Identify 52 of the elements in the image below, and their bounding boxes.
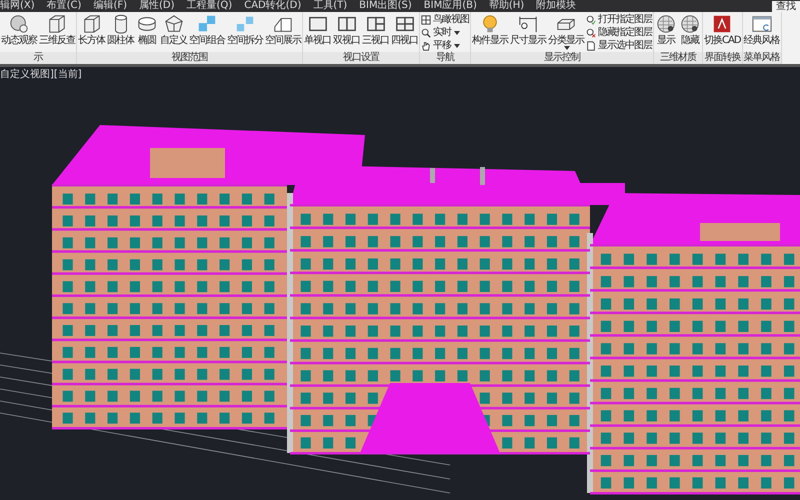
squares-icon (196, 14, 218, 34)
zoom-icon (421, 28, 431, 38)
menu-item[interactable]: 工具(T) (313, 0, 348, 12)
group-label: 视口设置 (303, 52, 419, 64)
squares-icon (234, 14, 256, 34)
ribbon-small-button[interactable]: 实时 (420, 27, 470, 39)
menu-item[interactable]: 附加模块 (536, 0, 576, 12)
group-label: 视图范围 (77, 52, 302, 64)
ribbon-small-button[interactable]: 打开指定图层 (585, 14, 653, 26)
menu-item[interactable]: 属性(D) (139, 0, 175, 12)
group-label: 三维材质 (654, 52, 702, 64)
dimension-icon (517, 14, 539, 34)
ribbon-button[interactable]: 切换CAD (703, 14, 742, 46)
viewport-label[interactable]: 自定义视图][当前] (0, 67, 82, 83)
group-label: 显示控制 (471, 52, 653, 64)
ribbon-button[interactable]: 隐藏 (678, 14, 702, 46)
ribbon-button[interactable]: 动态观察 (0, 14, 38, 46)
group-label: 导航 (420, 52, 470, 64)
ribbon-button[interactable]: 空间拆分 (226, 14, 264, 46)
ribbon-button[interactable]: 椭圆 (135, 14, 159, 46)
ribbon-button[interactable]: 分类显示 (547, 14, 585, 50)
ribbon-button[interactable]: 双视口 (332, 14, 361, 46)
ribbon-small-button[interactable]: 隐藏指定图层 (585, 27, 653, 39)
grid-icon (421, 15, 431, 25)
ribbon-button[interactable]: 经典风格 (742, 14, 781, 46)
ribbon-button[interactable]: 圆柱体 (106, 14, 135, 46)
ribbon-button[interactable]: 四视口 (390, 14, 419, 46)
ribbon-button[interactable]: 空间展示 (264, 14, 302, 46)
menu-item[interactable]: BIM出图(S) (359, 0, 412, 12)
ribbon-button[interactable]: 空间组合 (188, 14, 226, 46)
menu-item[interactable]: 工程量(Q) (186, 0, 232, 12)
menu-item[interactable]: CAD转化(D) (244, 0, 302, 12)
menu-item[interactable]: 辑网(X) (0, 0, 35, 12)
ribbon-button[interactable]: 三视口 (361, 14, 390, 46)
menu-item[interactable]: 编辑(F) (93, 0, 128, 12)
ribbon-button[interactable]: 三维反查 (38, 14, 76, 46)
ribbon-small-button[interactable]: 显示选中图层 (585, 40, 653, 52)
menu-item[interactable]: 布置(C) (46, 0, 82, 12)
group-label: 示 (0, 52, 76, 64)
ribbon-button[interactable]: 构件显示 (471, 14, 509, 46)
menu-item[interactable]: 帮助(H) (488, 0, 524, 12)
group-label: 菜单风格 (742, 52, 781, 64)
ribbon-button[interactable]: 单视口 (303, 14, 332, 46)
search-field[interactable]: 查找 (772, 0, 800, 12)
group-label: 界面转换 (703, 52, 742, 64)
ribbon-button[interactable]: 尺寸显示 (509, 14, 547, 46)
hand-icon (421, 41, 431, 51)
ribbon-button[interactable]: 自定义 (159, 14, 188, 46)
ribbon-button[interactable]: 显示 (654, 14, 678, 46)
ribbon-small-button[interactable]: 鸟瞰视图 (420, 14, 470, 26)
ribbon-button[interactable]: 长方体 (77, 14, 106, 46)
ribbon-small-button[interactable]: 平移 (420, 40, 470, 52)
